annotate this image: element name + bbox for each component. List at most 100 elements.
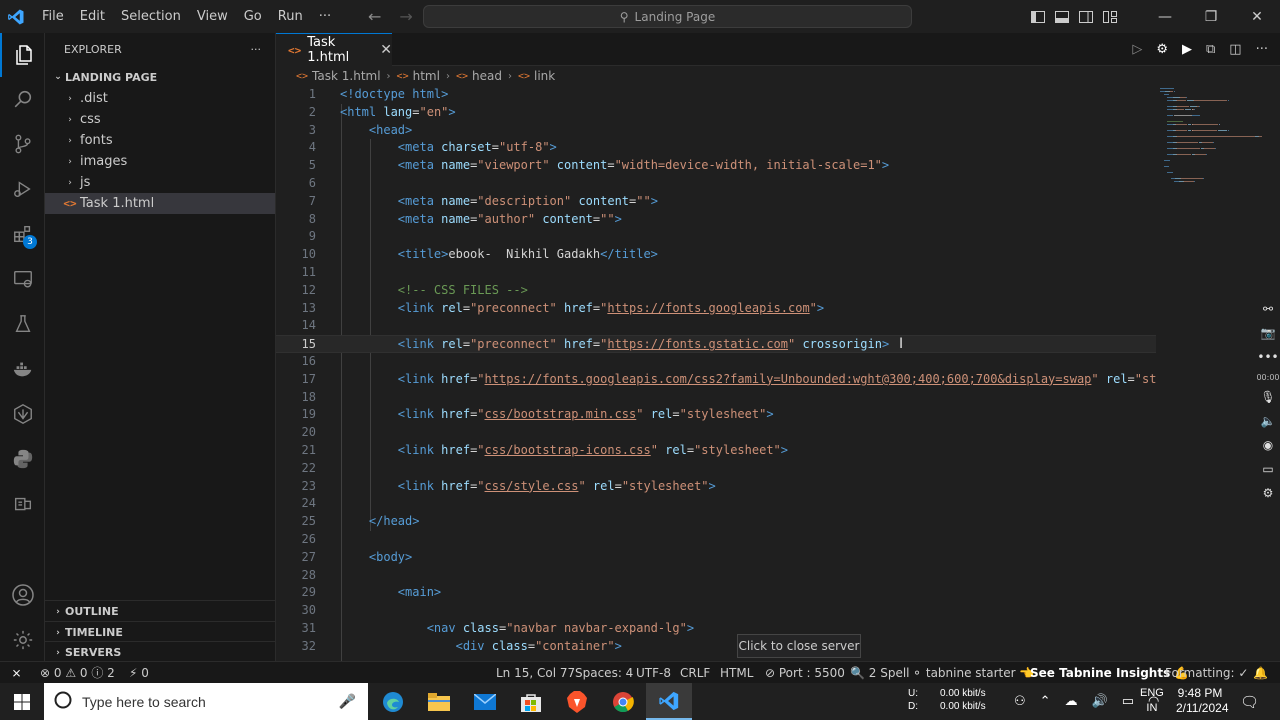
menu-more[interactable]: ··· <box>311 0 339 33</box>
tabnine-icon[interactable] <box>0 482 45 526</box>
toggle-sidebar-icon[interactable] <box>1026 0 1050 33</box>
split-editor-icon[interactable]: ◫ <box>1229 42 1241 57</box>
code-line[interactable]: 20 <box>276 424 1156 442</box>
taskbar-clock[interactable]: 9:48 PM 2/11/2024 <box>1176 686 1229 716</box>
tab-task1-html[interactable]: <> Task 1.html ✕ <box>276 33 392 66</box>
code-line[interactable]: 25 </head> <box>276 513 1156 531</box>
command-center[interactable]: ⚲ Landing Page <box>423 5 912 28</box>
search-icon[interactable] <box>0 77 45 121</box>
code-line[interactable]: 30 <box>276 602 1156 620</box>
indentation[interactable]: Spaces: 4 <box>575 662 633 683</box>
code-line[interactable]: 1 <!doctype html> <box>276 86 1156 104</box>
language-mode[interactable]: HTML <box>720 662 753 683</box>
code-line[interactable]: 7 <meta name="description" content=""> <box>276 193 1156 211</box>
problems-status[interactable]: ⊗ 0 ⚠ 0 ⓘ 2 <box>40 662 115 683</box>
breadcrumb-head[interactable]: head <box>472 69 502 83</box>
outline-section[interactable]: › OUTLINE <box>45 600 276 622</box>
code-line[interactable]: 14 <box>276 317 1156 335</box>
close-window-button[interactable]: ✕ <box>1234 0 1280 33</box>
remote-indicator-icon[interactable]: ⨯ <box>0 662 33 683</box>
microphone-icon[interactable]: 🎤 <box>339 694 356 710</box>
run-code-icon[interactable]: ▷ <box>1132 42 1142 57</box>
code-line[interactable]: 24 <box>276 495 1156 513</box>
chrome-icon[interactable] <box>600 683 646 720</box>
store-icon[interactable] <box>508 683 554 720</box>
code-line[interactable]: 22 <box>276 460 1156 478</box>
notifications-bell-icon[interactable]: 🔔 <box>1253 662 1268 683</box>
tree-file-task1-html[interactable]: <> Task 1.html <box>45 193 275 214</box>
window-icon[interactable]: ▭ <box>1258 460 1278 478</box>
breadcrumb-html[interactable]: html <box>413 69 440 83</box>
vscode-taskbar-icon[interactable] <box>646 683 692 720</box>
toggle-panel-icon[interactable] <box>1050 0 1074 33</box>
battery-icon[interactable]: ▭ <box>1122 694 1134 709</box>
code-line[interactable]: 11 <box>276 264 1156 282</box>
testing-icon[interactable] <box>0 302 45 346</box>
code-line[interactable]: 12 <!-- CSS FILES --> <box>276 282 1156 300</box>
code-editor[interactable]: 1 <!doctype html> 2 <html lang="en"> 3 <head… <box>276 86 1280 661</box>
close-tab-icon[interactable]: ✕ <box>380 42 392 58</box>
toggle-secondary-sidebar-icon[interactable] <box>1074 0 1098 33</box>
gear-icon[interactable]: ⚙ <box>1156 42 1168 57</box>
run-play-icon[interactable]: ▶ <box>1182 42 1192 57</box>
code-line[interactable]: 15 <link rel="preconnect" href="https://… <box>276 335 1156 353</box>
menu-view[interactable]: View <box>189 0 236 33</box>
encoding[interactable]: UTF-8 <box>636 662 671 683</box>
microphone-icon[interactable]: 🎙 <box>1258 388 1278 406</box>
code-line[interactable]: 21 <link href="css/bootstrap-icons.css" … <box>276 442 1156 460</box>
code-line[interactable]: 5 <meta name="viewport" content="width=d… <box>276 157 1156 175</box>
code-line[interactable]: 26 <box>276 531 1156 549</box>
code-line[interactable]: 3 <head> <box>276 122 1156 140</box>
open-preview-icon[interactable]: ⧉ <box>1206 42 1215 57</box>
project-folder-header[interactable]: ⌄ LANDING PAGE <box>45 66 275 88</box>
code-line[interactable]: 10 <title>ebook- Nikhil Gadakh</title> <box>276 246 1156 264</box>
servers-section[interactable]: › SERVERS <box>45 641 276 663</box>
code-line[interactable]: 8 <meta name="author" content=""> <box>276 211 1156 229</box>
code-line[interactable]: 4 <meta charset="utf-8"> <box>276 139 1156 157</box>
back-arrow-icon[interactable]: ← <box>368 7 381 26</box>
taskbar-search[interactable]: Type here to search 🎤 <box>44 683 368 720</box>
code-line[interactable]: 28 <box>276 567 1156 585</box>
more-icon[interactable]: ••• <box>1257 348 1278 366</box>
spell-check[interactable]: 🔍 2 Spell <box>850 662 910 683</box>
remote-explorer-icon[interactable] <box>0 257 45 301</box>
line-ending[interactable]: CRLF <box>680 662 710 683</box>
menu-run[interactable]: Run <box>270 0 311 33</box>
mail-icon[interactable] <box>462 683 508 720</box>
code-line[interactable]: 23 <link href="css/style.css" rel="style… <box>276 478 1156 496</box>
extensions-icon[interactable]: 3 <box>0 212 45 256</box>
chevron-up-icon[interactable]: ⌃ <box>1040 694 1051 709</box>
people-icon[interactable]: ⚇ <box>1014 694 1026 709</box>
source-control-icon[interactable] <box>0 122 45 166</box>
accounts-icon[interactable] <box>0 573 45 617</box>
edge-icon[interactable] <box>370 683 416 720</box>
docker-icon[interactable] <box>0 347 45 391</box>
code-line[interactable]: 13 <link rel="preconnect" href="https://… <box>276 300 1156 318</box>
camera-icon[interactable]: 📷 <box>1258 324 1278 342</box>
code-line[interactable]: 27 <body> <box>276 549 1156 567</box>
formatting-status[interactable]: Formatting: ✓ <box>1165 662 1248 683</box>
explorer-icon[interactable] <box>0 33 45 77</box>
notification-center-icon[interactable]: 🗨 <box>1240 683 1259 720</box>
explorer-more-button[interactable]: ··· <box>251 43 262 56</box>
webcam-icon[interactable]: ◉ <box>1258 436 1278 454</box>
settings-gear-icon[interactable]: ⚙ <box>1258 484 1278 502</box>
code-line[interactable]: 31 <nav class="navbar navbar-expand-lg"> <box>276 620 1156 638</box>
menu-edit[interactable]: Edit <box>72 0 113 33</box>
restore-button[interactable]: ❐ <box>1188 0 1234 33</box>
tree-folder-css[interactable]: › css <box>45 109 275 130</box>
breadcrumb-link[interactable]: link <box>534 69 555 83</box>
live-share-icon[interactable] <box>0 392 45 436</box>
menu-selection[interactable]: Selection <box>113 0 189 33</box>
code-line[interactable]: 17 <link href="https://fonts.googleapis.… <box>276 371 1157 389</box>
timeline-section[interactable]: › TIMELINE <box>45 621 276 643</box>
live-server-port[interactable]: ⊘ Port : 5500 <box>765 662 845 683</box>
breadcrumb-file[interactable]: Task 1.html <box>312 69 381 83</box>
language-indicator[interactable]: ENG IN <box>1140 686 1164 716</box>
python-icon[interactable] <box>0 437 45 481</box>
run-debug-icon[interactable] <box>0 167 45 211</box>
menu-file[interactable]: File <box>34 0 72 33</box>
code-line[interactable]: 2 <html lang="en"> <box>276 104 1156 122</box>
cursor-position[interactable]: Ln 15, Col 77 <box>496 662 575 683</box>
file-explorer-icon[interactable] <box>416 683 462 720</box>
